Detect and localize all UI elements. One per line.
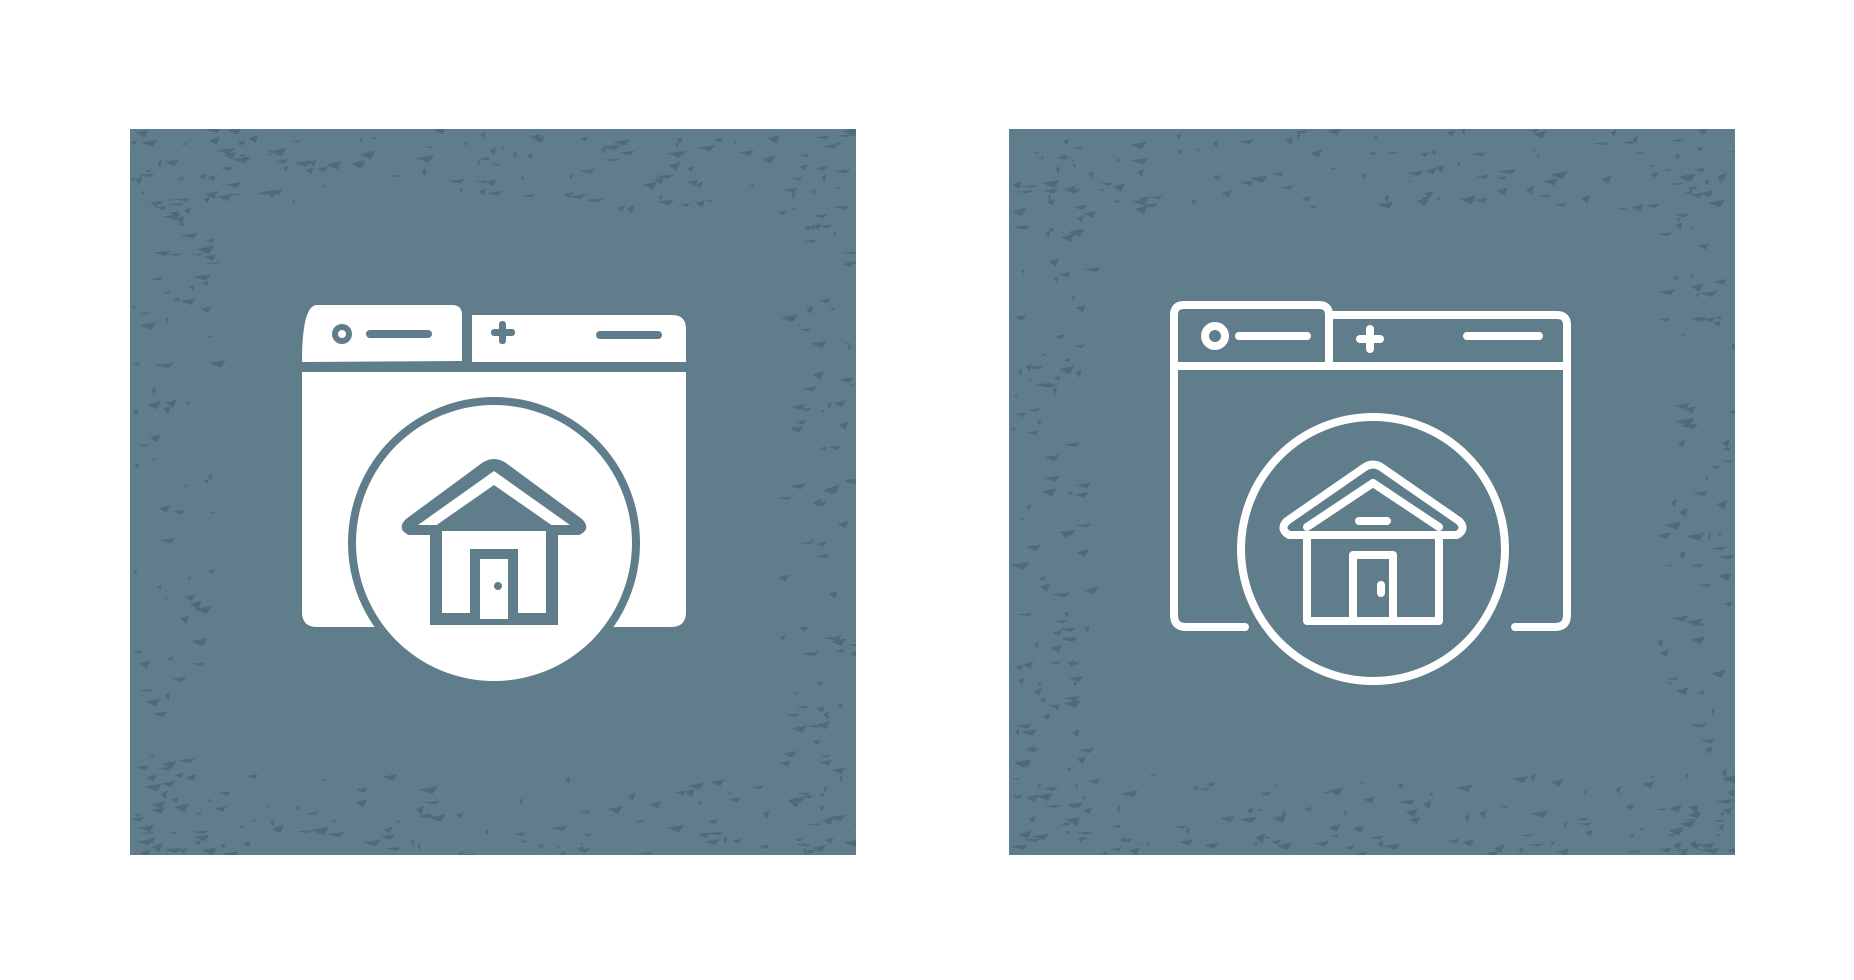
plus-icon-v: [499, 321, 506, 344]
tab-dot-inner: [338, 330, 346, 338]
glyph-tile-svg: [130, 129, 856, 855]
tab-line: [366, 330, 432, 338]
tab-line-right: [596, 331, 662, 339]
icon-sheet: [0, 0, 1854, 980]
line-icon-tile: [1009, 129, 1735, 855]
tile-background: [1009, 129, 1735, 855]
glyph-icon-tile: [130, 129, 856, 855]
line-tile-svg: [1009, 129, 1735, 855]
